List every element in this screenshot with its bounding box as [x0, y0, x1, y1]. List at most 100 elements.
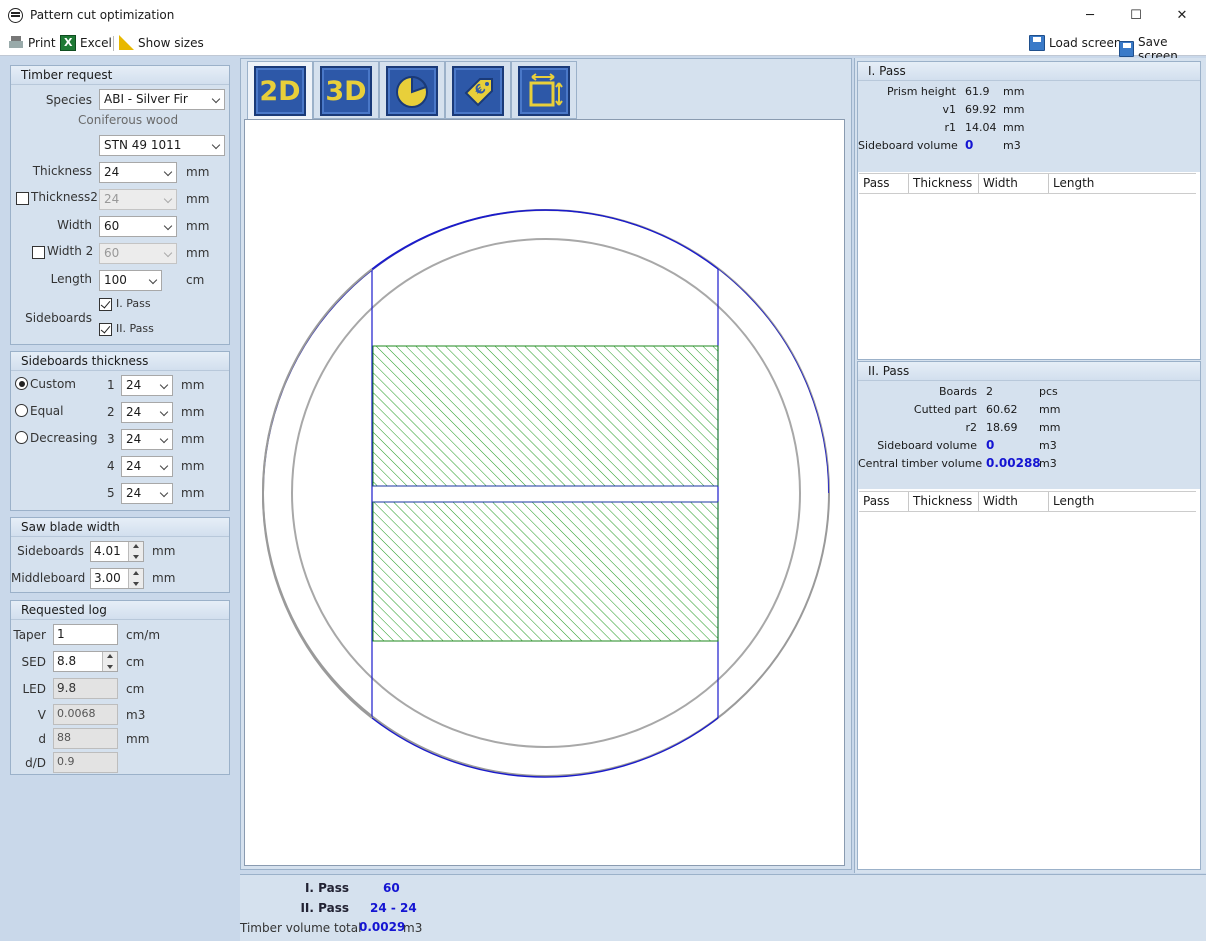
- chevron-down-icon: [159, 461, 169, 471]
- thickness2-checkbox[interactable]: [16, 192, 29, 205]
- maximize-button[interactable]: ☐: [1113, 0, 1159, 31]
- window-title: Pattern cut optimization: [30, 8, 175, 22]
- row-number: 4: [107, 459, 115, 473]
- thickness-select[interactable]: 24: [99, 162, 177, 183]
- show-sizes-button[interactable]: Show sizes: [119, 35, 204, 50]
- cutted-part-unit: mm: [1039, 403, 1061, 416]
- middleboard-input[interactable]: 3.00: [90, 568, 144, 589]
- unit-label: mm: [181, 432, 205, 446]
- v1-value: 69.92: [965, 103, 997, 116]
- chevron-down-icon: [159, 380, 169, 390]
- v1-unit: mm: [1003, 103, 1025, 116]
- mode-custom-radio[interactable]: [15, 377, 28, 390]
- thickness2-unit: mm: [186, 192, 210, 206]
- summary-pass1-label: I. Pass: [304, 881, 349, 895]
- toolbar: Print Excel Show sizes Load screen Save …: [0, 31, 1206, 63]
- d-field: 88: [53, 728, 118, 749]
- pass2-checkbox[interactable]: [99, 323, 112, 336]
- mode-equal-label: Equal: [30, 404, 64, 418]
- col-pass[interactable]: Pass: [859, 492, 909, 511]
- sideboard-thickness-select[interactable]: 24: [121, 402, 173, 423]
- middleboard-value: 3.00: [94, 571, 121, 585]
- thickness2-select[interactable]: 24: [99, 189, 177, 210]
- v-field: 0.0068: [53, 704, 118, 725]
- spinner-arrows-icon[interactable]: [102, 652, 117, 671]
- col-width[interactable]: Width: [979, 492, 1049, 511]
- species-select[interactable]: ABI - Silver Fir: [99, 89, 225, 110]
- saw-blade-title: Saw blade width: [11, 518, 229, 537]
- standard-select[interactable]: STN 49 1011: [99, 135, 225, 156]
- summary-pass1-value: 60: [383, 881, 400, 895]
- tab-yield[interactable]: [386, 66, 438, 116]
- excel-button[interactable]: Excel: [60, 35, 112, 51]
- unit-label: mm: [181, 486, 205, 500]
- board-bottom: [372, 501, 719, 642]
- log-cross-section: [261, 209, 830, 778]
- d-value: 88: [57, 731, 71, 744]
- chevron-down-icon: [159, 488, 169, 498]
- sideboard-thickness-select[interactable]: 24: [121, 429, 173, 450]
- col-length[interactable]: Length: [1049, 492, 1196, 511]
- summary-total-label: Timber volume total: [240, 921, 362, 935]
- pass1-checkbox[interactable]: [99, 298, 112, 311]
- width-label: Width: [57, 218, 92, 232]
- sideboard-thickness-select[interactable]: 24: [121, 456, 173, 477]
- thickness2-label: Thickness2: [31, 190, 98, 204]
- close-button[interactable]: ✕: [1159, 0, 1205, 31]
- sideboard-thickness-select[interactable]: 24: [121, 483, 173, 504]
- central-volume-unit: m3: [1039, 457, 1057, 470]
- tab-2d[interactable]: 2D: [254, 66, 306, 116]
- length-select[interactable]: 100: [99, 270, 162, 291]
- col-length[interactable]: Length: [1049, 174, 1196, 193]
- spinner-arrows-icon[interactable]: [128, 569, 143, 588]
- ruler-icon: [119, 35, 134, 50]
- taper-label: Taper: [13, 628, 46, 642]
- taper-input[interactable]: 1: [53, 624, 118, 645]
- length-value: 100: [104, 273, 127, 287]
- sed-input[interactable]: 8.8: [53, 651, 118, 672]
- left-slab-outline: [261, 268, 373, 719]
- mode-equal-radio[interactable]: [15, 404, 28, 417]
- load-screen-button[interactable]: Load screen: [1029, 35, 1122, 51]
- tab-sizes[interactable]: [518, 66, 570, 116]
- col-width[interactable]: Width: [979, 174, 1049, 193]
- col-thickness[interactable]: Thickness: [909, 492, 979, 511]
- width-select[interactable]: 60: [99, 216, 177, 237]
- species-label: Species: [45, 93, 92, 107]
- dd-label: d/D: [25, 756, 46, 770]
- width2-select[interactable]: 60: [99, 243, 177, 264]
- blade-sideboards-input[interactable]: 4.01: [90, 541, 144, 562]
- row-number: 5: [107, 486, 115, 500]
- chevron-down-icon: [163, 194, 173, 204]
- load-disk-icon: [1029, 35, 1045, 51]
- col-pass[interactable]: Pass: [859, 174, 909, 193]
- tab-3d-label: 3D: [325, 75, 367, 107]
- mode-decreasing-radio[interactable]: [15, 431, 28, 444]
- width2-label: Width 2: [47, 244, 94, 258]
- mode-decreasing-label: Decreasing: [30, 431, 98, 445]
- toolbar-separator: [113, 36, 114, 51]
- pass1-sideboard-volume-label: Sideboard volume: [858, 139, 958, 152]
- boards-unit: pcs: [1039, 385, 1058, 398]
- show-sizes-label: Show sizes: [138, 35, 204, 50]
- minimize-button[interactable]: ─: [1067, 0, 1113, 31]
- col-thickness[interactable]: Thickness: [909, 174, 979, 193]
- pass1-title: I. Pass: [858, 62, 1200, 81]
- sideboard-thickness-select[interactable]: 24: [121, 375, 173, 396]
- spinner-arrows-icon[interactable]: [128, 542, 143, 561]
- chevron-down-icon: [159, 434, 169, 444]
- v-unit: m3: [126, 708, 146, 722]
- dd-field: 0.9: [53, 752, 118, 773]
- unit-label: mm: [181, 459, 205, 473]
- print-button[interactable]: Print: [8, 35, 56, 51]
- tab-3d[interactable]: 3D: [320, 66, 372, 116]
- summary-pass2-label: II. Pass: [300, 901, 349, 915]
- width2-checkbox[interactable]: [32, 246, 45, 259]
- select-value: 24: [126, 486, 142, 500]
- pass2-label: II. Pass: [116, 322, 154, 335]
- board-top: [372, 345, 719, 487]
- tab-price[interactable]: €: [452, 66, 504, 116]
- summary-pass2-value: 24 - 24: [370, 901, 417, 915]
- taper-unit: cm/m: [126, 628, 161, 642]
- pass2-sideboard-volume-unit: m3: [1039, 439, 1057, 452]
